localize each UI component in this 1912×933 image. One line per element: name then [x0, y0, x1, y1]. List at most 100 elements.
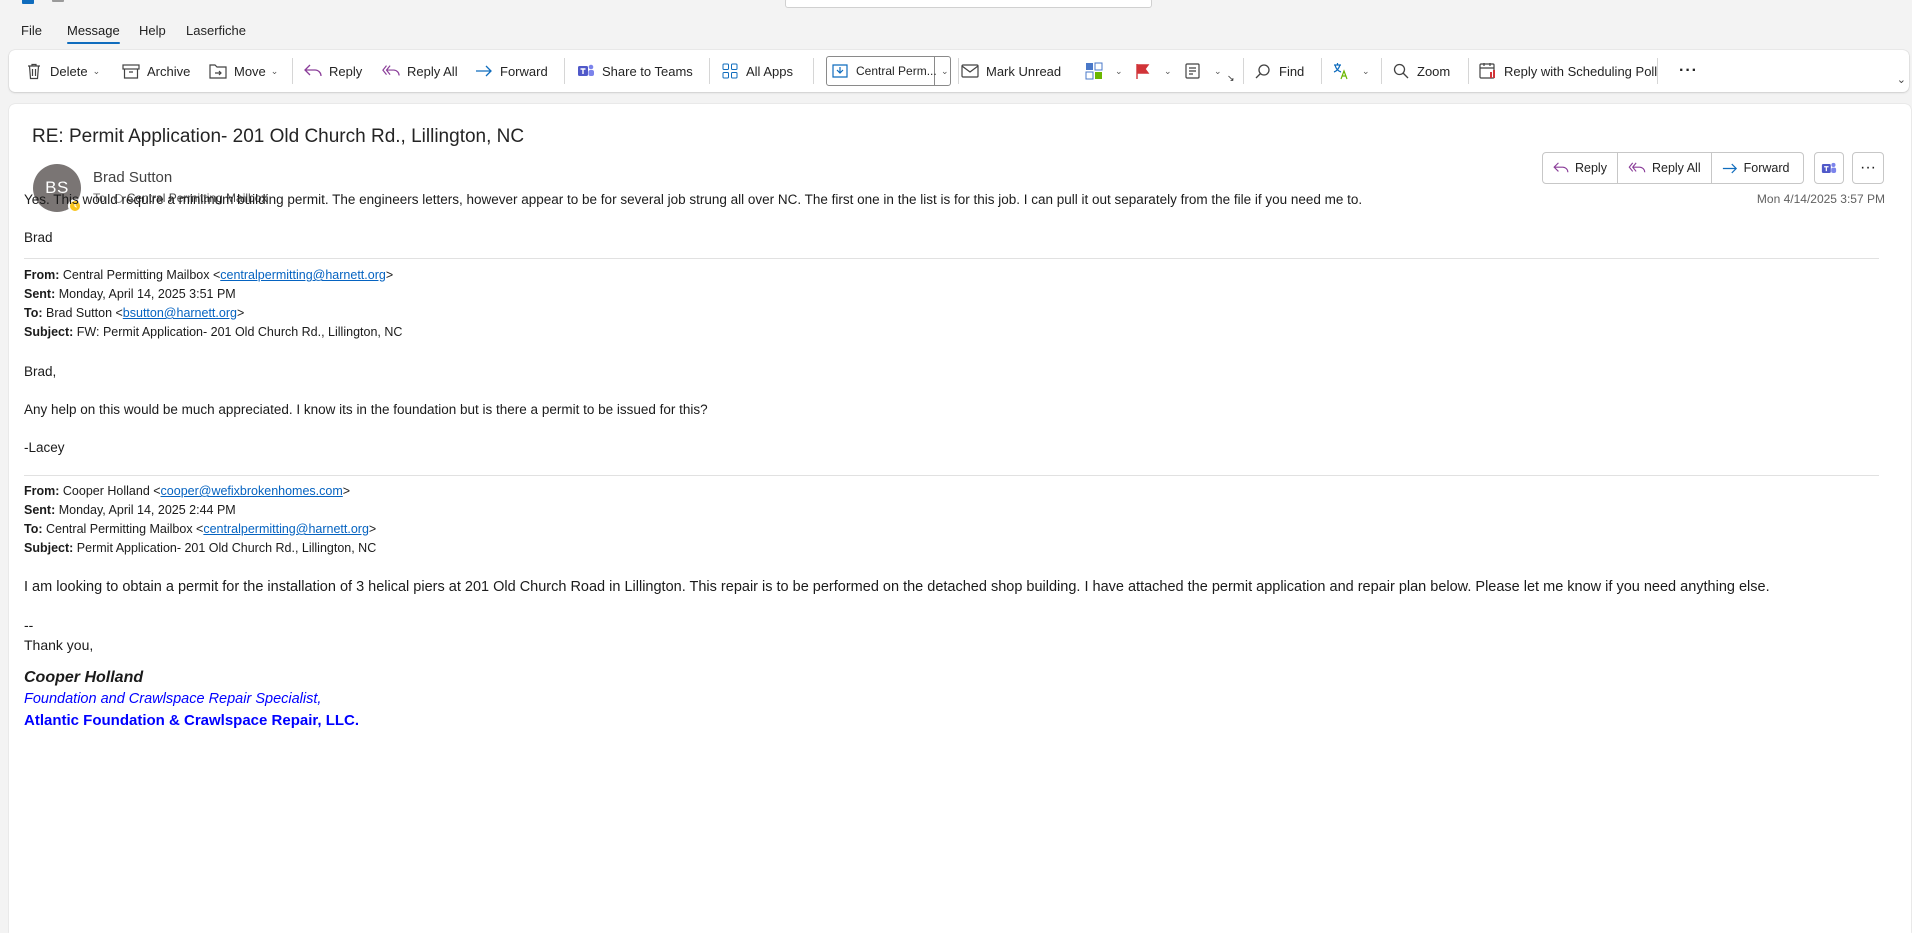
reply-icon: [1553, 162, 1569, 173]
mark-unread-button[interactable]: Mark Unread: [961, 59, 1061, 83]
reply-all-icon: [1628, 162, 1646, 173]
categorize-button[interactable]: ⌄: [1085, 59, 1123, 83]
fw1-greeting: Brad,: [24, 364, 57, 379]
more-actions-button[interactable]: ···: [1852, 152, 1884, 184]
reply-signoff: Brad: [24, 230, 53, 245]
forward-button[interactable]: Forward: [475, 59, 548, 83]
email-link[interactable]: bsutton@harnett.org: [123, 306, 237, 320]
outlook-icon: [22, 0, 34, 4]
delete-button[interactable]: Delete ⌄: [25, 59, 100, 83]
reply-button[interactable]: Reply: [304, 59, 362, 83]
chevron-down-icon: ⌄: [1214, 65, 1222, 76]
translate-button[interactable]: ⌄: [1332, 59, 1370, 83]
find-button[interactable]: Find: [1254, 59, 1304, 83]
menu-bar: File Message Help Laserfiche: [0, 18, 1912, 46]
chevron-down-icon: ⌄: [941, 65, 949, 76]
categorize-icon: [1085, 62, 1103, 80]
teams-icon: [577, 62, 595, 80]
divider: [813, 58, 814, 84]
divider: [1657, 58, 1658, 84]
fw2-to: To: Central Permitting Mailbox <centralp…: [24, 522, 377, 536]
fw2-subject: Subject: Permit Application- 201 Old Chu…: [24, 541, 377, 555]
follow-up-flag-button[interactable]: ⌄: [1134, 59, 1172, 83]
fw1-to: To: Brad Sutton <bsutton@harnett.org>: [24, 306, 245, 320]
fw2-sent: Sent: Monday, April 14, 2025 2:44 PM: [24, 503, 236, 517]
message-subject: RE: Permit Application- 201 Old Church R…: [32, 126, 525, 147]
share-to-teams-button[interactable]: [1814, 152, 1844, 184]
fw1-paragraph: Any help on this would be much appreciat…: [24, 402, 708, 417]
teams-icon: [1821, 162, 1837, 173]
divider: [1243, 58, 1244, 84]
forward-button[interactable]: Forward: [1712, 153, 1800, 183]
title-bar: [0, 0, 1912, 10]
dialog-launcher-icon[interactable]: ↘: [1227, 66, 1235, 90]
active-tab-indicator: [67, 42, 120, 44]
divider: [1381, 58, 1382, 84]
fw1-signoff: -Lacey: [24, 440, 65, 455]
signature-name: Cooper Holland: [24, 669, 144, 686]
envelope-icon: [961, 62, 979, 80]
chevron-down-icon: ⌄: [1164, 65, 1172, 76]
reply-all-icon: [382, 62, 400, 80]
save-icon[interactable]: [52, 0, 64, 2]
divider: [292, 58, 293, 84]
divider: [24, 258, 1879, 259]
fw1-sent: Sent: Monday, April 14, 2025 3:51 PM: [24, 287, 236, 301]
zoom-button[interactable]: Zoom: [1392, 59, 1450, 83]
divider: [24, 475, 1879, 476]
archive-icon: [122, 62, 140, 80]
chevron-down-icon[interactable]: ⌄: [271, 66, 279, 77]
trash-icon: [25, 62, 43, 80]
folder-move-icon: [209, 62, 227, 80]
fw2-from: From: Cooper Holland <cooper@wefixbroken…: [24, 484, 351, 498]
divider: [564, 58, 565, 84]
fw2-paragraph: I am looking to obtain a permit for the …: [24, 579, 1770, 595]
tab-message[interactable]: Message: [67, 23, 120, 38]
chevron-down-icon: ⌄: [1115, 65, 1123, 76]
signature-title: Foundation and Crawlspace Repair Special…: [24, 691, 322, 707]
more-options-button[interactable]: ···: [1679, 59, 1698, 83]
email-link[interactable]: centralpermitting@harnett.org: [203, 522, 369, 536]
message-action-group: Reply Reply All Forward: [1542, 152, 1804, 184]
reply-all-button[interactable]: Reply All: [1618, 153, 1712, 183]
all-apps-button[interactable]: All Apps: [721, 59, 793, 83]
fw2-dashes: --: [24, 617, 34, 633]
fw2-thanks: Thank you,: [24, 637, 94, 653]
reading-pane: RE: Permit Application- 201 Old Church R…: [9, 104, 1911, 933]
translate-icon: [1332, 62, 1350, 80]
tab-file[interactable]: File: [21, 23, 42, 38]
divider: [1321, 58, 1322, 84]
tab-laserfiche[interactable]: Laserfiche: [186, 23, 246, 38]
divider: [958, 58, 959, 84]
archive-button[interactable]: Archive: [122, 59, 190, 83]
rules-icon: [1184, 62, 1202, 80]
search-icon: [1254, 62, 1272, 80]
chevron-down-icon[interactable]: ⌄: [93, 66, 101, 77]
search-box[interactable]: [785, 0, 1152, 8]
email-link[interactable]: centralpermitting@harnett.org: [220, 268, 386, 282]
flag-icon: [1134, 62, 1152, 80]
divider: [709, 58, 710, 84]
collapse-ribbon-icon[interactable]: ⌄: [1897, 73, 1906, 86]
ribbon-toolbar: Delete ⌄ Archive Move ⌄ Reply Reply All Fo…: [9, 50, 1909, 92]
rules-button[interactable]: ⌄: [1184, 59, 1222, 83]
forward-arrow-icon: [475, 62, 493, 80]
reply-icon: [304, 62, 322, 80]
quick-step-central-permitting[interactable]: Central Perm...: [831, 59, 937, 83]
divider: [1468, 58, 1469, 84]
reply-all-button[interactable]: Reply All: [382, 59, 458, 83]
apps-grid-icon: [721, 62, 739, 80]
forward-arrow-icon: [1722, 163, 1737, 173]
quick-steps-expand[interactable]: ⌄: [936, 59, 949, 83]
fw1-from: From: Central Permitting Mailbox <centra…: [24, 268, 394, 282]
email-link[interactable]: cooper@wefixbrokenhomes.com: [161, 484, 343, 498]
share-to-teams-button[interactable]: Share to Teams: [577, 59, 693, 83]
fw1-subject: Subject: FW: Permit Application- 201 Old…: [24, 325, 403, 339]
reply-button[interactable]: Reply: [1543, 153, 1618, 183]
move-button[interactable]: Move ⌄: [209, 59, 278, 83]
signature-company: Atlantic Foundation & Crawlspace Repair,…: [24, 712, 360, 729]
reply-with-scheduling-poll-button[interactable]: Reply with Scheduling Poll: [1479, 59, 1657, 83]
move-to-folder-icon: [831, 62, 849, 80]
tab-help[interactable]: Help: [139, 23, 166, 38]
sender-name[interactable]: Brad Sutton: [93, 169, 172, 186]
